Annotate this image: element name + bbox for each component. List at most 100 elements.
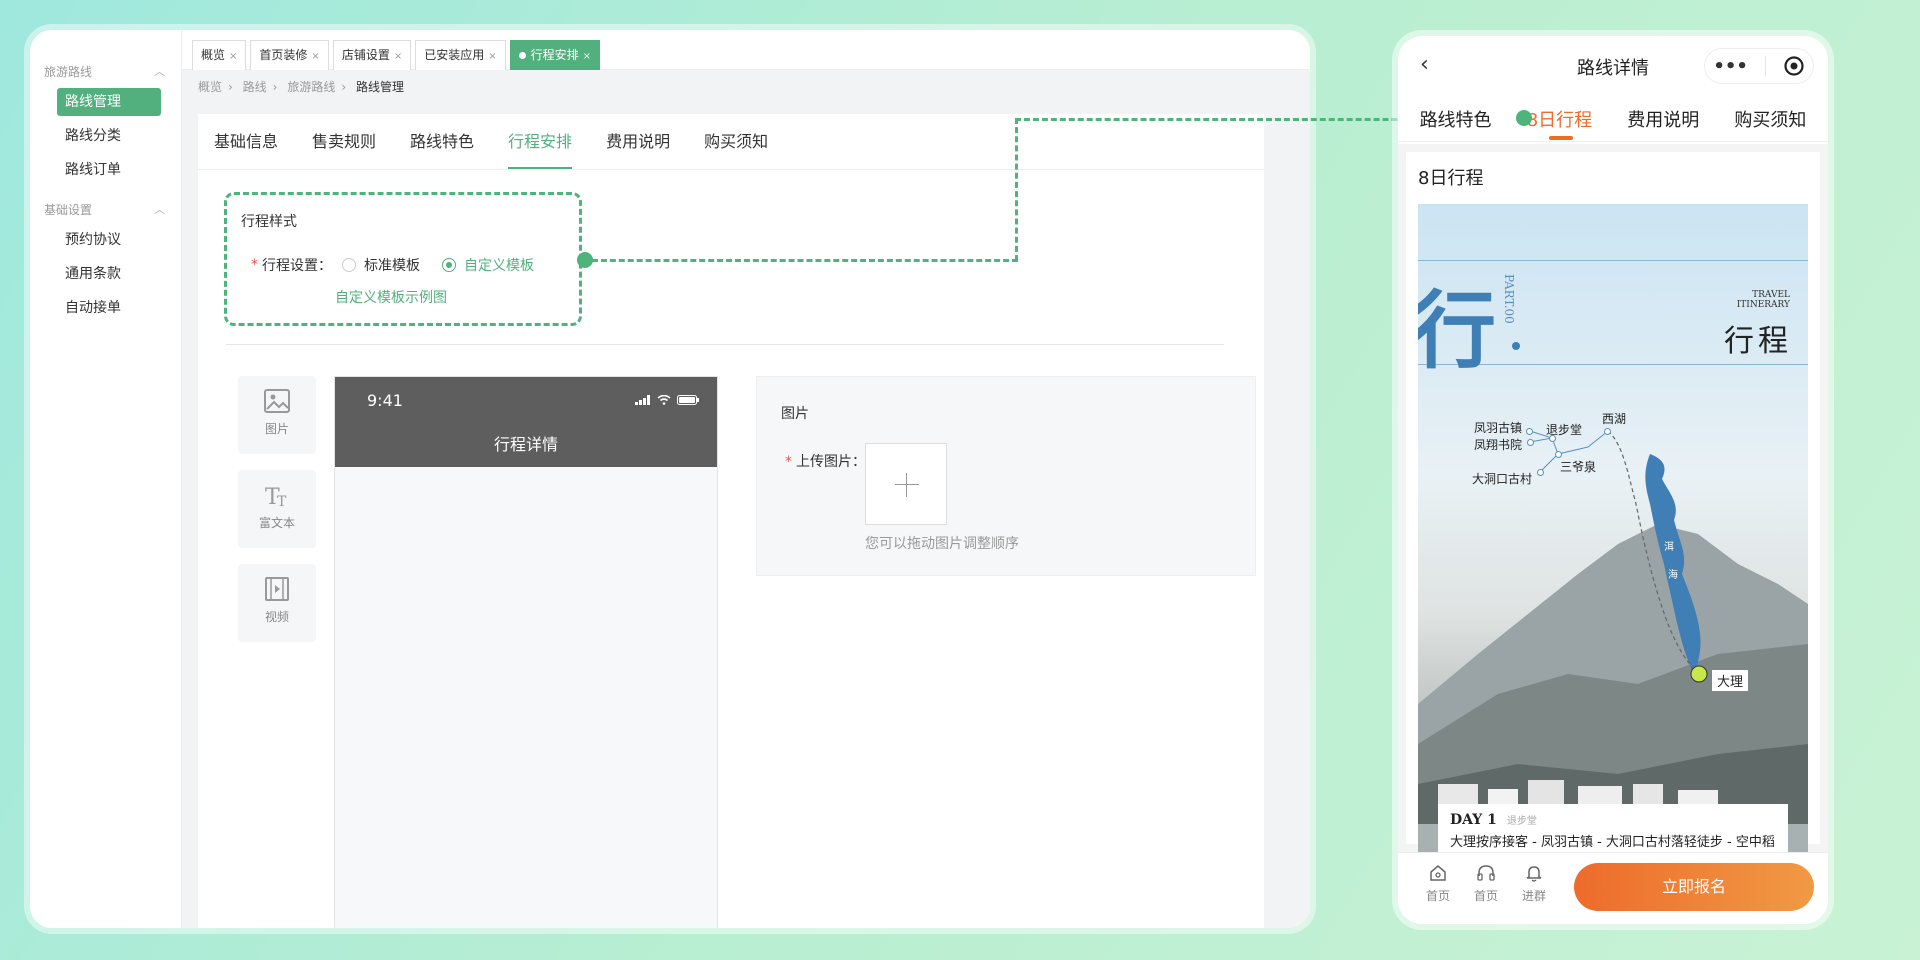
breadcrumb-item[interactable]: 概览 — [198, 80, 222, 94]
status-time: 9:41 — [367, 391, 403, 410]
close-icon[interactable]: × — [583, 51, 591, 62]
mobile-tab-fees[interactable]: 费用说明 — [1627, 106, 1699, 132]
tab-label: 首页装修 — [259, 48, 308, 62]
mobile-tab-notes[interactable]: 购买须知 — [1734, 106, 1806, 132]
breadcrumb: 概览 › 路线 › 旅游路线 › 路线管理 — [182, 70, 1310, 104]
close-icon[interactable]: × — [229, 51, 237, 62]
close-icon[interactable]: × — [311, 51, 319, 62]
text-icon: TT — [265, 485, 287, 510]
tab-store-settings[interactable]: 店铺设置 × — [332, 40, 412, 70]
radio-label-custom[interactable]: 自定义模板 — [464, 255, 534, 275]
capsule-divider — [1764, 56, 1766, 76]
mobile-content: 8日行程 行 PART.00 TRAVEL ITINERARY 行程 凤羽古镇 … — [1398, 144, 1828, 852]
tab-label: 已安装应用 — [424, 48, 485, 62]
subtab-sale-rules[interactable]: 售卖规则 — [312, 114, 376, 169]
place-label: 大洞口古村 — [1472, 472, 1533, 486]
subtabs: 基础信息 售卖规则 路线特色 行程安排 费用说明 购买须知 — [198, 114, 1264, 170]
breadcrumb-current: 路线管理 — [355, 80, 404, 94]
footer-home[interactable]: 首页 — [1418, 863, 1458, 904]
mobile-window: ‹ 路线详情 ••• 路线特色 8日行程 费用说明 购买须知 8日行程 行 PA… — [1398, 36, 1828, 924]
required-mark: * — [785, 454, 792, 470]
day-label: DAY 1 — [1450, 812, 1497, 828]
tab-installed-apps[interactable]: 已安装应用 × — [415, 40, 506, 70]
footer-label: 首页 — [1425, 889, 1450, 903]
phone-preview: 9:41 行程详情 — [334, 376, 718, 928]
editor-card: 基础信息 售卖规则 路线特色 行程安排 费用说明 购买须知 行程样式 * 行程设… — [198, 114, 1264, 928]
subtab-purchase-notes[interactable]: 购买须知 — [704, 114, 768, 169]
widget-label: 图片 — [264, 422, 289, 436]
footer-group[interactable]: 进群 — [1514, 863, 1554, 904]
sidebar-group-label: 基础设置 — [44, 202, 93, 217]
subtab-features[interactable]: 路线特色 — [410, 114, 474, 169]
connector-line — [592, 259, 1018, 262]
sidebar-group-basic[interactable]: 基础设置 ︿ — [30, 198, 181, 220]
mobile-tab-features[interactable]: 路线特色 — [1420, 106, 1492, 132]
target-icon[interactable] — [1783, 55, 1805, 77]
mobile-tabs: 路线特色 8日行程 费用说明 购买须知 — [1398, 96, 1828, 142]
tabs-bar: 概览 × 首页装修 × 店铺设置 × 已安装应用 × 行程安排 × — [182, 30, 1310, 70]
tab-label: 行程安排 — [530, 48, 579, 62]
subtab-itinerary[interactable]: 行程安排 — [508, 114, 573, 169]
main-area: 概览 × 首页装修 × 店铺设置 × 已安装应用 × 行程安排 × 概览 › 路线 › 旅游路… — [182, 30, 1310, 928]
video-icon — [265, 577, 289, 601]
itinerary-heading: 8日行程 — [1418, 168, 1484, 189]
image-icon — [264, 389, 290, 413]
chevron-up-icon: ︿ — [154, 203, 165, 216]
widget-label: 富文本 — [258, 516, 295, 530]
widget-video[interactable]: 视频 — [238, 564, 316, 642]
footer-label: 首页 — [1473, 889, 1498, 903]
widget-image[interactable]: 图片 — [238, 376, 316, 454]
mobile-nav-bar: ‹ 路线详情 ••• — [1398, 36, 1828, 96]
sidebar-item-general-terms[interactable]: 通用条款 — [57, 260, 161, 288]
bell-icon — [1526, 866, 1542, 882]
upload-label-row: * 上传图片： — [785, 451, 866, 471]
radio-custom[interactable] — [442, 258, 456, 272]
setting-label: 行程设置： — [262, 258, 332, 274]
sidebar-item-route-manage[interactable]: 路线管理 — [57, 88, 161, 116]
widget-rich-text[interactable]: TT 富文本 — [238, 470, 316, 548]
radio-standard[interactable] — [342, 258, 356, 272]
sidebar-item-route-orders[interactable]: 路线订单 — [57, 156, 161, 184]
subtab-fees[interactable]: 费用说明 — [606, 114, 670, 169]
upload-image-button[interactable] — [865, 443, 947, 525]
route-point — [1604, 428, 1611, 435]
panel-title: 图片 — [781, 406, 809, 422]
day-title: DAY 1 退步堂 — [1450, 812, 1776, 828]
day-card: DAY 1 退步堂 大理按序接客 - 凤羽古镇 - 大洞口古村落轻徒步 - 空中稻… — [1438, 804, 1788, 852]
tab-home-decor[interactable]: 首页装修 × — [250, 40, 329, 70]
close-icon[interactable]: × — [488, 51, 496, 62]
mobile-tab-itinerary[interactable]: 8日行程 — [1527, 106, 1592, 140]
radio-label-standard[interactable]: 标准模板 — [364, 255, 420, 275]
chevron-right-icon: › — [228, 80, 233, 94]
sidebar-item-auto-accept[interactable]: 自动接单 — [57, 294, 161, 322]
status-icons — [635, 395, 699, 405]
sidebar-item-route-category[interactable]: 路线分类 — [57, 122, 161, 150]
sidebar-item-booking-agreement[interactable]: 预约协议 — [57, 226, 161, 254]
sidebar-group-travel[interactable]: 旅游路线 ︿ — [30, 60, 181, 82]
subtab-basic-info[interactable]: 基础信息 — [214, 114, 278, 169]
custom-template-example-link[interactable]: 自定义模板示例图 — [335, 287, 447, 307]
headset-icon — [1477, 865, 1495, 881]
chevron-up-icon: ︿ — [154, 65, 165, 78]
route-point — [1527, 439, 1534, 446]
day-sub: 退步堂 — [1506, 816, 1537, 827]
upload-hint: 您可以拖动图片调整顺序 — [865, 536, 1019, 552]
footer-label: 进群 — [1521, 889, 1546, 903]
signup-button[interactable]: 立即报名 — [1574, 863, 1814, 911]
destination-label: 大理 — [1712, 670, 1749, 691]
battery-icon — [677, 395, 699, 405]
signal-icon — [635, 395, 650, 405]
place-label: 西湖 — [1602, 412, 1627, 426]
itinerary-card: 8日行程 行 PART.00 TRAVEL ITINERARY 行程 凤羽古镇 … — [1406, 152, 1820, 852]
more-icon[interactable]: ••• — [1713, 56, 1748, 77]
image-settings-panel: 图片 * 上传图片： 您可以拖动图片调整顺序 — [756, 376, 1256, 576]
breadcrumb-item[interactable]: 路线 — [243, 80, 267, 94]
close-icon[interactable]: × — [394, 51, 402, 62]
tab-itinerary[interactable]: 行程安排 × — [509, 40, 601, 70]
breadcrumb-item[interactable]: 旅游路线 — [287, 80, 335, 94]
route-point — [1526, 428, 1533, 435]
widget-label: 视频 — [264, 610, 289, 624]
admin-window: 旅游路线 ︿ 路线管理 路线分类 路线订单 基础设置 ︿ 预约协议 通用条款 自… — [30, 30, 1310, 928]
tab-overview[interactable]: 概览 × — [192, 40, 247, 70]
footer-service[interactable]: 首页 — [1466, 863, 1506, 904]
